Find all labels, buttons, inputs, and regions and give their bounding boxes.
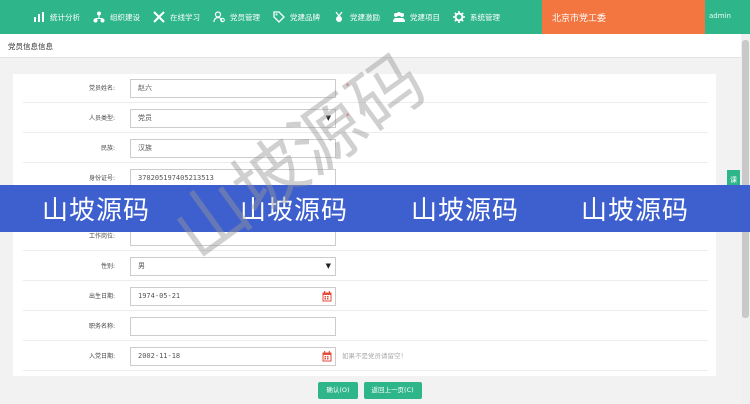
field-label: 人员类型:	[88, 115, 115, 122]
nav-item-organization[interactable]: 组织建设	[93, 0, 140, 34]
calendar-icon[interactable]	[322, 291, 332, 302]
nav-item-label: 党建项目	[410, 12, 440, 22]
join-date-input[interactable]: 2002-11-18	[130, 347, 336, 366]
nav-item-label: 党建激励	[350, 12, 380, 22]
position-input[interactable]	[130, 317, 336, 336]
form-actions: 确认(O) 返回上一页(C)	[0, 377, 740, 404]
confirm-button[interactable]: 确认(O)	[318, 382, 358, 399]
nav-item-label: 在线学习	[170, 12, 200, 22]
bar-chart-icon	[34, 12, 44, 22]
nav-item-member-management[interactable]: 党员管理	[213, 0, 260, 34]
nav-item-brand[interactable]: 党建品牌	[273, 0, 320, 34]
nav-item-incentive[interactable]: 党建激励	[333, 0, 380, 34]
gender-select[interactable]: 男 ▼	[130, 257, 336, 276]
group-icon	[393, 12, 405, 22]
ethnicity-input[interactable]: 汉族	[130, 139, 336, 158]
field-label: 入党日期:	[88, 353, 115, 360]
calendar-icon[interactable]	[322, 351, 332, 362]
field-label: 民族:	[100, 145, 115, 152]
nav-item-label: 党员管理	[230, 12, 260, 22]
main-nav: 统计分析 组织建设 在线学习 党员管理 党建品牌 党建激励 党建项目 系统管理	[0, 0, 513, 34]
dropdown-arrow-icon: ▼	[325, 114, 331, 122]
watermark-text: 山坡源码	[411, 196, 520, 226]
required-mark: *	[346, 112, 350, 120]
field-label: 党员姓名:	[88, 85, 115, 92]
join-date-hint: 如果不是党员请留空！	[342, 352, 407, 360]
form-row-join-date: 入党日期: 2002-11-18 如果不是党员请留空！	[23, 342, 708, 371]
watermark-text: 山坡源码	[581, 196, 690, 226]
birth-date-input[interactable]: 1974-05-21	[130, 287, 336, 306]
medal-icon	[335, 11, 343, 22]
gear-icon	[453, 11, 465, 23]
watermark-text: 山坡源码	[42, 196, 151, 226]
form-row-position: 职务名称:	[23, 312, 708, 341]
back-button[interactable]: 返回上一页(C)	[363, 382, 422, 399]
nav-item-system[interactable]: 系统管理	[453, 0, 500, 34]
nav-item-online-learning[interactable]: 在线学习	[153, 0, 200, 34]
form-row-name: 党员姓名: 赵六 *	[23, 74, 708, 103]
person-type-select[interactable]: 党员 ▼	[130, 109, 336, 128]
city-badge[interactable]: 北京市党工委	[542, 0, 705, 34]
required-mark: *	[346, 82, 350, 90]
form-row-birth-date: 出生日期: 1974-05-21	[23, 282, 708, 311]
name-input[interactable]: 赵六	[130, 79, 336, 98]
watermark-text: 山坡源码	[240, 196, 349, 226]
page-title: 党员信息信息	[8, 42, 53, 51]
field-label: 性别:	[100, 263, 115, 270]
dropdown-arrow-icon: ▼	[325, 262, 331, 270]
org-tree-icon	[93, 11, 105, 23]
scrollbar-thumb[interactable]	[742, 40, 749, 318]
nav-item-label: 系统管理	[470, 12, 500, 22]
tools-icon	[153, 11, 165, 23]
nav-item-label: 党建品牌	[290, 12, 320, 22]
date-value: 2002-11-18	[138, 352, 181, 360]
date-value: 1974-05-21	[138, 292, 181, 300]
nav-item-projects[interactable]: 党建项目	[393, 0, 440, 34]
nav-item-label: 组织建设	[110, 12, 140, 22]
page-header: 党员信息信息	[0, 34, 750, 58]
form-row-person-type: 人员类型: 党员 ▼ *	[23, 104, 708, 133]
form-row-ethnicity: 民族: 汉族	[23, 134, 708, 163]
select-value: 党员	[138, 114, 152, 122]
nav-item-label: 统计分析	[50, 12, 80, 22]
select-value: 男	[138, 262, 145, 270]
field-label: 职务名称:	[88, 323, 115, 330]
field-label: 出生日期:	[88, 293, 115, 300]
nav-item-statistics[interactable]: 统计分析	[33, 0, 80, 34]
user-name[interactable]: admin	[709, 12, 731, 20]
member-icon	[213, 11, 225, 23]
tag-icon	[273, 11, 285, 23]
form-row-gender: 性别: 男 ▼	[23, 252, 708, 281]
